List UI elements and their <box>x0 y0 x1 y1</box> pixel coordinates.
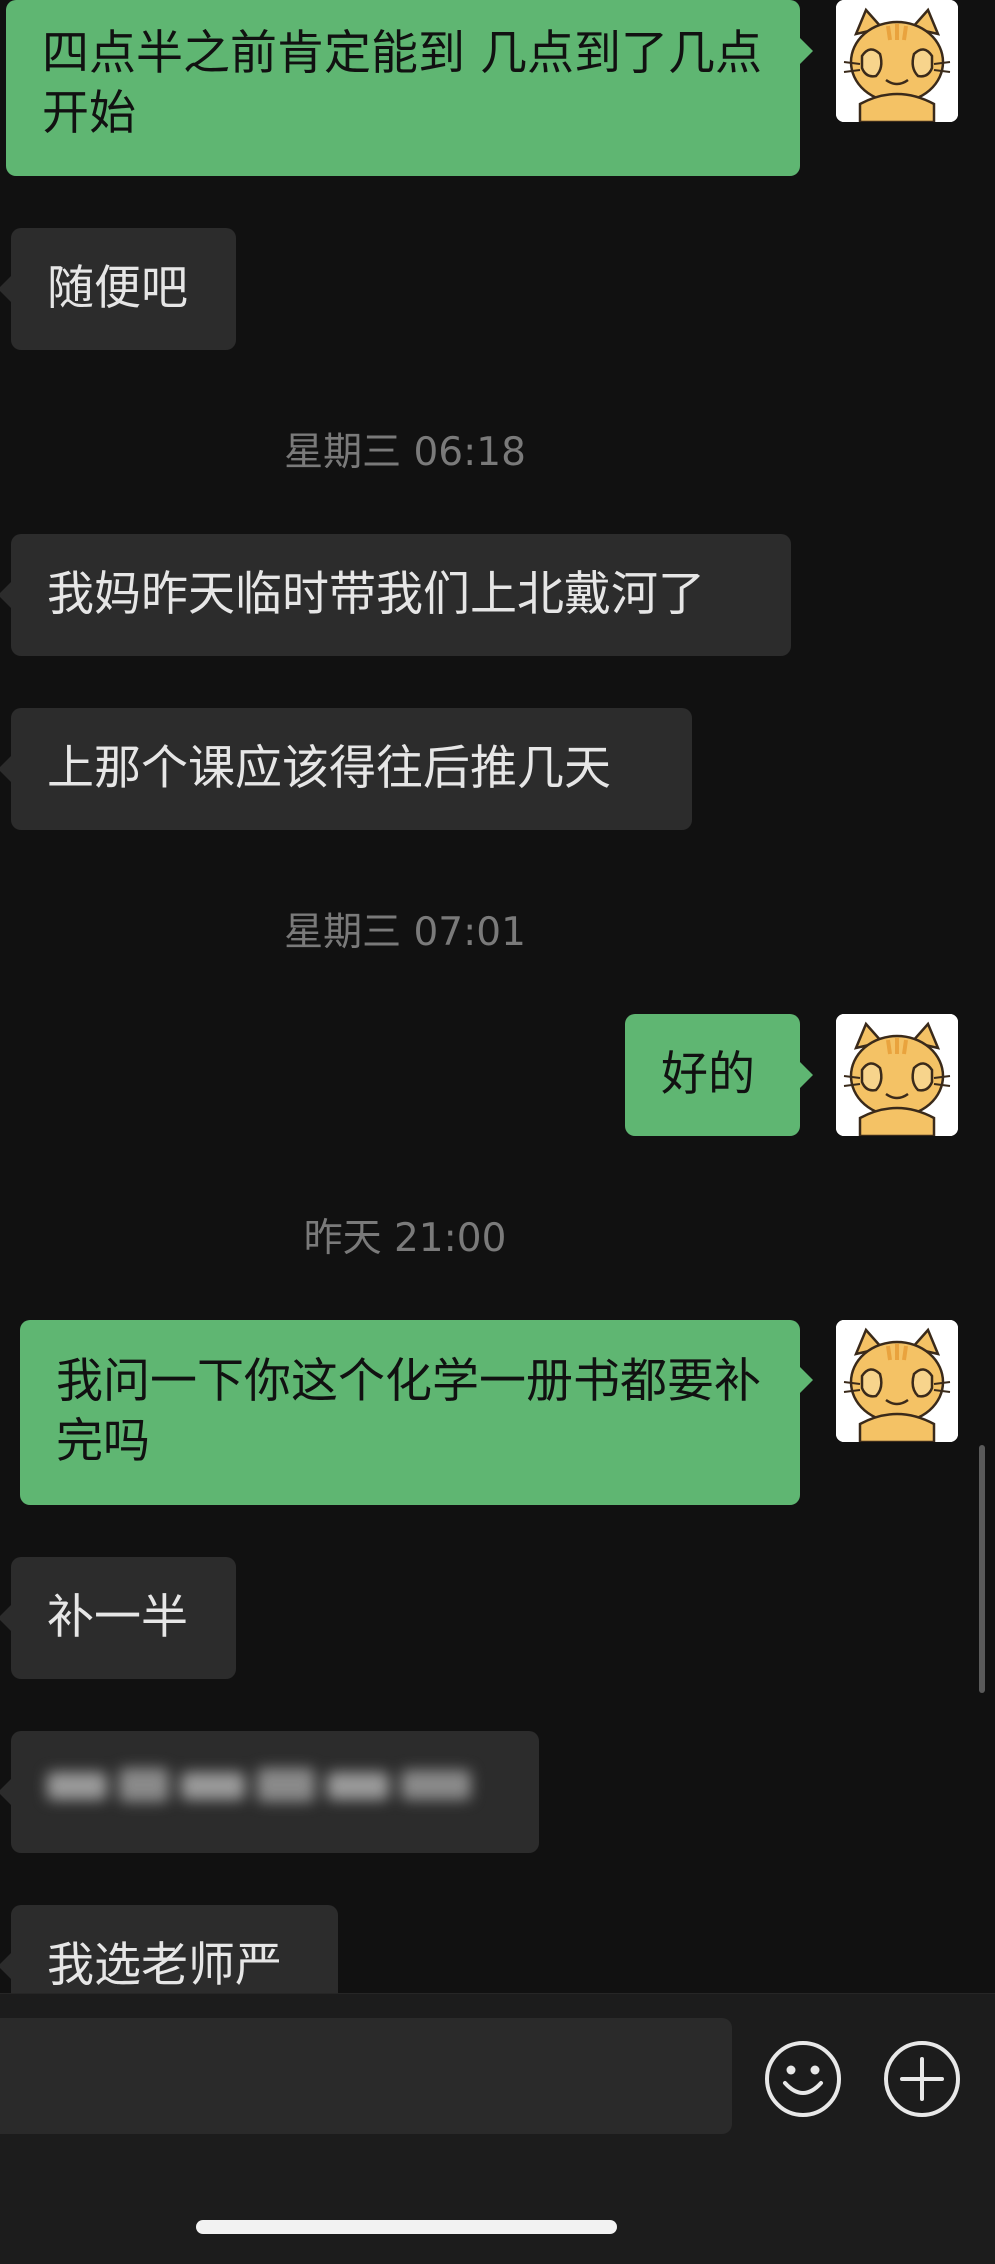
bubble-tail <box>800 1367 813 1393</box>
smiley-face-icon <box>765 2041 841 2117</box>
message-text: 我妈昨天临时带我们上北戴河了 <box>47 567 705 622</box>
cat-avatar-icon <box>836 1320 958 1442</box>
bubble-tail <box>0 1779 11 1805</box>
outgoing-message[interactable]: 我问一下你这个化学一册书都要补完吗 <box>20 1320 800 1505</box>
incoming-message[interactable]: 随便吧 <box>11 228 236 350</box>
outgoing-message[interactable]: 好的 <box>625 1014 800 1136</box>
cat-avatar-icon <box>836 1014 958 1136</box>
avatar[interactable] <box>836 1320 958 1442</box>
message-text: 我选老师严 <box>47 1938 282 1993</box>
scrollbar[interactable] <box>979 1445 985 1693</box>
cat-avatar-icon <box>836 0 958 122</box>
bubble-tail <box>0 582 11 608</box>
timestamp: 昨天 21:00 <box>303 1216 507 1261</box>
chat-screen: 四点半之前肯定能到 几点到了几点开始 随便吧 星期三 06:18 我妈昨天临时带… <box>0 0 995 2264</box>
message-text: 上那个课应该得往后推几天 <box>47 741 611 796</box>
incoming-message[interactable]: 补一半 <box>11 1557 236 1679</box>
avatar[interactable] <box>836 0 958 122</box>
timestamp: 星期三 07:01 <box>284 910 526 955</box>
avatar[interactable] <box>836 1014 958 1136</box>
input-bar <box>0 1993 995 2264</box>
bubble-tail <box>0 276 11 302</box>
bubble-tail <box>800 1062 813 1088</box>
message-text: 四点半之前肯定能到 几点到了几点开始 <box>42 26 762 141</box>
message-text: 补一半 <box>47 1590 188 1645</box>
plus-circle-icon <box>884 2041 960 2117</box>
message-input[interactable] <box>0 2018 732 2134</box>
message-text: 我问一下你这个化学一册书都要补完吗 <box>56 1354 761 1469</box>
plus-button[interactable] <box>882 2039 962 2119</box>
message-text: 好的 <box>661 1047 755 1102</box>
bubble-tail <box>800 38 813 64</box>
blurred-text <box>47 1760 487 1825</box>
bubble-tail <box>0 1953 11 1979</box>
redacted-message[interactable] <box>11 1731 539 1853</box>
bubble-tail <box>0 1605 11 1631</box>
redacted-text-shape <box>47 1767 471 1802</box>
emoji-button[interactable] <box>763 2039 843 2119</box>
outgoing-message[interactable]: 四点半之前肯定能到 几点到了几点开始 <box>6 0 800 176</box>
bubble-tail <box>0 756 11 782</box>
home-indicator[interactable] <box>196 2220 617 2234</box>
message-text: 随便吧 <box>47 261 188 316</box>
incoming-message[interactable]: 上那个课应该得往后推几天 <box>11 708 692 830</box>
incoming-message[interactable]: 我妈昨天临时带我们上北戴河了 <box>11 534 791 656</box>
timestamp: 星期三 06:18 <box>284 430 526 475</box>
